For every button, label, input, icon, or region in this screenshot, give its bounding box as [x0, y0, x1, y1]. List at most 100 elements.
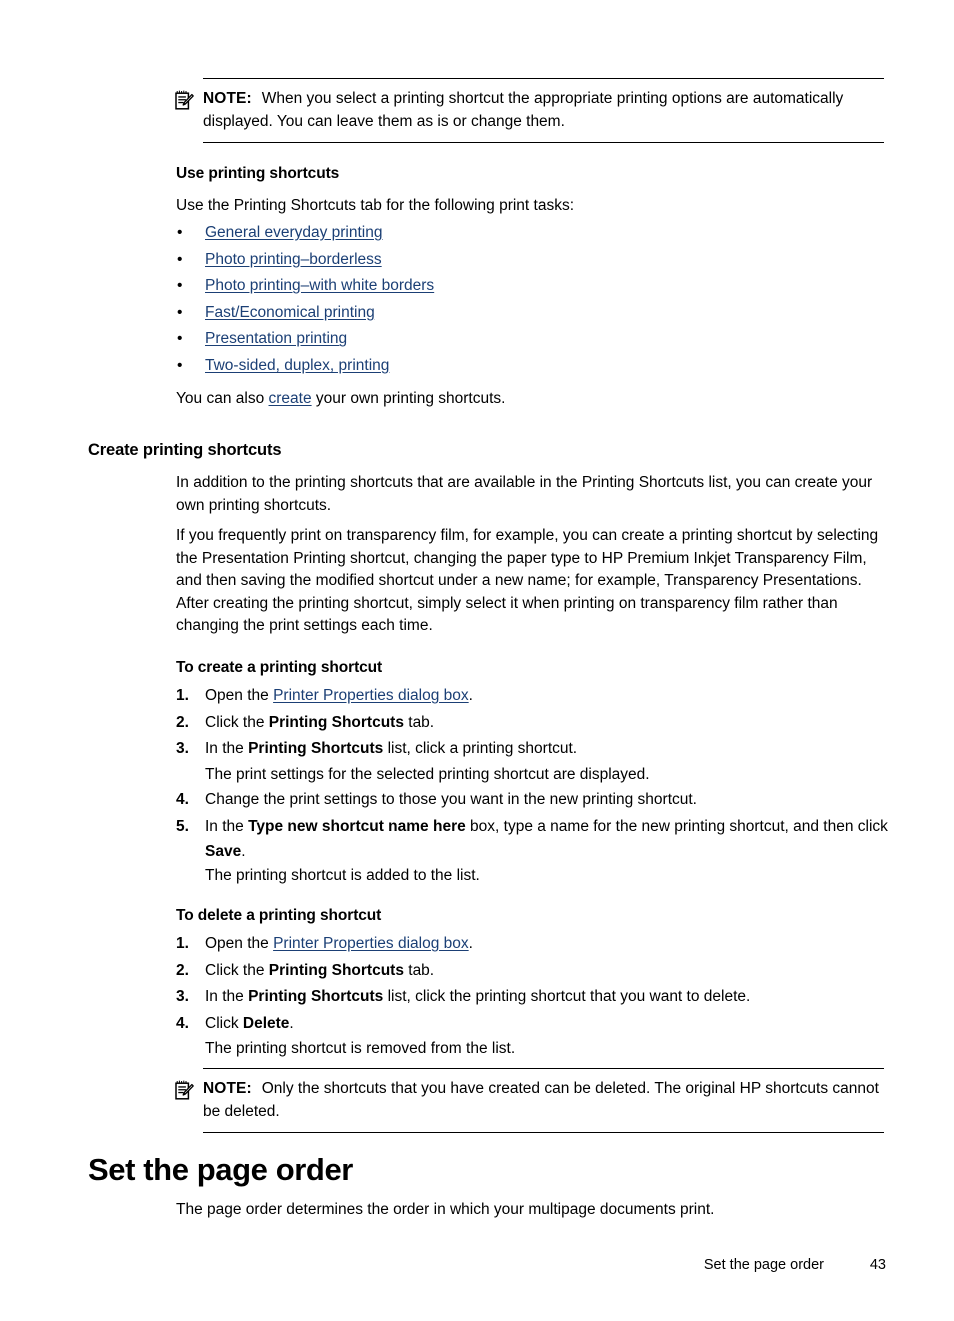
note-top-text: When you select a printing shortcut the … [203, 90, 844, 130]
step-sub-text: The print settings for the selected prin… [205, 765, 650, 783]
heading-use-printing-shortcuts: Use printing shortcuts [176, 165, 340, 182]
page-footer: Set the page order 43 [88, 1256, 886, 1274]
ui-label-printing-shortcuts: Printing Shortcuts [268, 961, 404, 979]
step-pre-text: Click [205, 1014, 243, 1032]
list-item[interactable]: • Fast/Economical printing [176, 302, 796, 329]
note-block-top: NOTE: When you select a printing shortcut… [175, 78, 884, 143]
create-shortcuts-paragraph-1: In addition to the printing shortcuts th… [176, 474, 873, 514]
bullet-icon: • [177, 356, 183, 374]
link-photo-printing-with-white-borders[interactable]: Photo printing–with white borders [205, 275, 434, 297]
link-presentation-printing[interactable]: Presentation printing [205, 328, 347, 350]
ui-label-printing-shortcuts: Printing Shortcuts [248, 988, 384, 1005]
bullet-icon: • [177, 330, 183, 348]
step-post-text: . [468, 935, 473, 952]
link-create[interactable]: create [269, 390, 312, 407]
link-two-sided-duplex-printing[interactable]: Two-sided, duplex, printing [205, 355, 389, 377]
note-bottom-label: NOTE: [203, 1080, 252, 1097]
step-item: 3. In the Printing Shortcuts list, click… [176, 736, 888, 787]
step-post-text: . [468, 687, 473, 704]
step-post-text: . [289, 1014, 294, 1032]
list-item[interactable]: • Two-sided, duplex, printing [176, 355, 796, 382]
step-item: 2. Click the Printing Shortcuts tab. [176, 710, 888, 737]
step-pre-text: Open the [205, 687, 274, 704]
document-page: NOTE: When you select a printing shortcut… [0, 0, 954, 1321]
step-post-text: box, type a name for the new printing sh… [465, 817, 888, 835]
heading-to-delete-a-printing-shortcut: To delete a printing shortcut [176, 907, 382, 924]
step-item: 3. In the Printing Shortcuts list, click… [176, 984, 888, 1011]
ui-label-printing-shortcuts: Printing Shortcuts [248, 740, 384, 757]
page-title: Set the page order [88, 1152, 353, 1187]
bullet-icon: • [177, 277, 183, 295]
list-item[interactable]: • Photo printing–with white borders [176, 275, 796, 302]
create-shortcuts-paragraph-2: If you frequently print on transparency … [176, 527, 879, 634]
step-item: 2. Click the Printing Shortcuts tab. [176, 958, 888, 985]
ui-label-printing-shortcuts: Printing Shortcuts [268, 713, 404, 731]
step-item: 5. In the Type new shortcut name here bo… [176, 814, 888, 889]
note-top-label: NOTE: [203, 90, 252, 107]
footer-section-title: Set the page order [703, 1257, 824, 1273]
step-pre-text: Open the [205, 935, 274, 952]
step-number: 3. [176, 988, 189, 1005]
closing-post-text: your own printing shortcuts. [311, 390, 506, 407]
step-text: Click the Printing Shortcuts tab. [205, 958, 888, 985]
note-pad-pencil-icon [175, 1080, 194, 1100]
use-shortcuts-closing: You can also create your own printing sh… [176, 388, 876, 411]
step-text: In the Printing Shortcuts list, click th… [205, 984, 888, 1011]
list-item[interactable]: • Presentation printing [176, 328, 796, 355]
heading-to-create-a-printing-shortcut: To create a printing shortcut [176, 659, 383, 676]
step-pre-text: Click the [205, 713, 269, 731]
heading-create-printing-shortcuts: Create printing shortcuts [88, 441, 282, 459]
step-text: Open the Printer Properties dialog box. [205, 931, 888, 958]
bullet-icon: • [177, 250, 183, 268]
step-number: 5. [176, 817, 189, 835]
ui-label-type-new-shortcut-name-here: Type new shortcut name here [248, 817, 466, 835]
delete-shortcut-steps: 1. Open the Printer Properties dialog bo… [176, 931, 888, 1062]
shortcut-link-list: • General everyday printing • Photo prin… [176, 222, 796, 382]
step-text: Change the print settings to those you w… [205, 787, 888, 814]
note-block-bottom: NOTE: Only the shortcuts that you have cr… [175, 1068, 884, 1133]
step-sub-text: The printing shortcut is removed from th… [205, 1040, 516, 1057]
step-post-text: list, click a printing shortcut. [383, 740, 578, 757]
step-post-text-2: . [241, 842, 246, 860]
step-number: 4. [176, 791, 189, 808]
page-order-paragraph: The page order determines the order in w… [176, 1201, 715, 1218]
note-bottom-rule [203, 1132, 884, 1133]
list-item[interactable]: • General everyday printing [176, 222, 796, 249]
step-item: 1. Open the Printer Properties dialog bo… [176, 683, 888, 710]
step-pre-text: In the [205, 740, 249, 757]
link-photo-printing-borderless[interactable]: Photo printing–borderless [205, 249, 382, 271]
link-printer-properties-dialog-box[interactable]: Printer Properties dialog box [273, 687, 469, 704]
bullet-icon: • [177, 303, 183, 321]
note-bottom-text: Only the shortcuts that you have created… [203, 1080, 879, 1120]
step-sub-text: The printing shortcut is added to the li… [205, 866, 480, 884]
step-text: Click Delete. The printing shortcut is re… [205, 1011, 888, 1062]
step-number: 4. [176, 1014, 189, 1032]
step-post-text: list, click the printing shortcut that y… [383, 988, 751, 1005]
note-pad-pencil-icon [175, 90, 194, 110]
note-bottom-body: NOTE: Only the shortcuts that you have cr… [203, 1078, 884, 1123]
step-number: 3. [176, 740, 189, 757]
step-text: In the Type new shortcut name here box, … [205, 814, 888, 889]
note-top-body: NOTE: When you select a printing shortcut… [203, 88, 884, 133]
step-post-text: tab. [403, 713, 435, 731]
list-item[interactable]: • Photo printing–borderless [176, 249, 796, 276]
step-text: In the Printing Shortcuts list, click a … [205, 736, 888, 787]
step-number: 2. [176, 713, 189, 731]
step-pre-text: Click the [205, 961, 269, 979]
ui-label-delete: Delete [242, 1014, 290, 1032]
footer-page-number: 43 [869, 1257, 886, 1273]
step-pre-text: Change the print settings to those you w… [205, 791, 697, 808]
step-pre-text: In the [205, 817, 249, 835]
step-text: Click the Printing Shortcuts tab. [205, 710, 888, 737]
step-item: 1. Open the Printer Properties dialog bo… [176, 931, 888, 958]
link-general-everyday-printing[interactable]: General everyday printing [205, 222, 383, 244]
link-printer-properties-dialog-box[interactable]: Printer Properties dialog box [273, 935, 469, 952]
step-number: 1. [176, 687, 189, 704]
closing-pre-text: You can also [176, 390, 269, 407]
step-item: 4. Click Delete. The printing shortcut is… [176, 1011, 888, 1062]
link-fast-economical-printing[interactable]: Fast/Economical printing [205, 302, 375, 324]
ui-label-save: Save [205, 842, 242, 860]
step-number: 1. [176, 935, 189, 952]
step-number: 2. [176, 961, 189, 979]
create-shortcut-steps: 1. Open the Printer Properties dialog bo… [176, 683, 888, 888]
